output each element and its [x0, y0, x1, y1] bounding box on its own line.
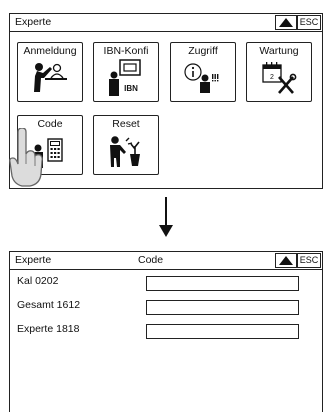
- tile-anmeldung[interactable]: Anmeldung: [17, 42, 83, 102]
- person-monitor-icon: IBN: [109, 59, 141, 96]
- row-label-gesamt: Gesamt 1612: [17, 299, 81, 311]
- row-label-kal: Kal 0202: [17, 275, 59, 287]
- code-field-kal[interactable]: [146, 276, 299, 291]
- code-screen: Experte Code ESC Kal 0202 Gesamt 1612 Ex…: [9, 251, 323, 412]
- tile-label: Wartung: [259, 45, 299, 57]
- code-field-experte[interactable]: [146, 324, 299, 339]
- person-desk-icon: [34, 63, 67, 92]
- title-bar: Experte ESC: [10, 14, 322, 32]
- tile-zugriff[interactable]: Zugriff: [170, 42, 236, 102]
- tile-label: IBN-Konfi: [103, 45, 149, 57]
- up-button[interactable]: [275, 15, 297, 30]
- tile-reset[interactable]: Reset: [93, 115, 159, 175]
- pointing-hand-icon: [9, 128, 43, 187]
- code-field-gesamt[interactable]: [146, 300, 299, 315]
- tile-label: Anmeldung: [23, 45, 77, 57]
- triangle-up-icon: [279, 256, 293, 265]
- esc-button[interactable]: ESC: [297, 15, 321, 30]
- tile-wartung[interactable]: Wartung 2: [246, 42, 312, 102]
- ibn-text: IBN: [124, 84, 138, 93]
- info-person-alert-icon: [184, 63, 219, 93]
- tile-label: Zugriff: [188, 45, 218, 57]
- triangle-up-icon: [279, 18, 293, 27]
- tile-label: Reset: [112, 118, 140, 130]
- title-bar: Experte Code ESC: [10, 252, 322, 270]
- person-reset-plant-icon: [110, 136, 140, 167]
- tile-ibn-konfi[interactable]: IBN-Konfi IBN: [93, 42, 159, 102]
- screen-title: Experte: [15, 16, 52, 28]
- row-label-experte: Experte 1818: [17, 323, 80, 335]
- screen-title: Experte: [15, 254, 52, 266]
- screen-subtitle: Code: [138, 254, 164, 266]
- calendar-tools-icon: 2: [262, 62, 297, 94]
- svg-text:2: 2: [270, 74, 274, 81]
- experte-menu-screen: Experte ESC Anmeldung IBN-Konfi IBN Zugr…: [9, 13, 323, 189]
- esc-button[interactable]: ESC: [297, 253, 321, 268]
- up-button[interactable]: [275, 253, 297, 268]
- down-arrow-icon: [159, 197, 173, 237]
